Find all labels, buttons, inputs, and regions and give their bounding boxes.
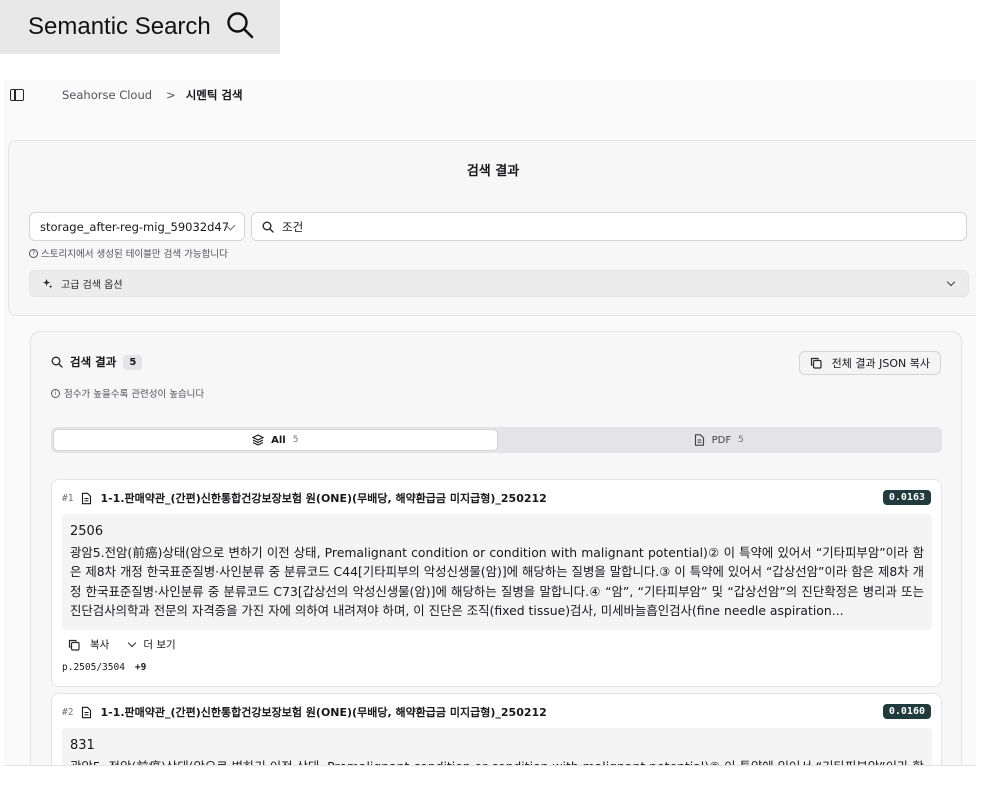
file-text-icon xyxy=(82,492,92,504)
result-actions: 복사 더 보기 xyxy=(68,637,176,652)
extra-pages-count[interactable]: +9 xyxy=(135,662,146,673)
page-number: p.2505/3504 xyxy=(62,662,125,673)
search-panel: 검색 결과 storage_after-reg-mig_59032d47 조건 … xyxy=(8,140,976,316)
score-hint-text: 점수가 높을수록 관련성이 높습니다 xyxy=(64,389,205,400)
sidebar-toggle-icon[interactable] xyxy=(10,89,24,101)
snippet-text: 광암5.전암(前癌)상태(암으로 변하기 이전 상태, Premalignant… xyxy=(70,544,924,619)
result-snippet: 831 광암5. 전암(前癌)상태(암으로 변하기 이전 상태, Premali… xyxy=(62,728,932,766)
breadcrumb-separator: > xyxy=(166,88,176,102)
search-icon xyxy=(262,221,274,233)
search-input-value: 조건 xyxy=(282,219,304,234)
panel-title: 검색 결과 xyxy=(466,164,520,179)
advanced-options-toggle[interactable]: 고급 검색 옵션 xyxy=(29,270,969,297)
layers-icon xyxy=(252,434,265,446)
result-title[interactable]: 1-1.판매약관_(간편)신한통합건강보장보험 원(ONE)(무배당, 해약환급… xyxy=(100,490,546,506)
tab-all[interactable]: All 5 xyxy=(53,429,498,451)
page-reference: p.2505/3504 +9 xyxy=(62,662,146,673)
search-icon xyxy=(51,356,63,368)
sparkles-icon xyxy=(42,278,53,289)
tab-all-label: All xyxy=(271,434,286,446)
copy-label: 복사 xyxy=(90,639,110,651)
score-badge: 0.0160 xyxy=(882,704,931,719)
tab-pdf-label: PDF xyxy=(711,434,732,446)
chunk-number: 2506 xyxy=(70,524,104,539)
copy-all-json-button[interactable]: 전체 결과 JSON 복사 xyxy=(798,351,941,375)
result-card-header: #1 1-1.판매약관_(간편)신한통합건강보장보험 원(ONE)(무배당, 해… xyxy=(62,490,547,506)
result-snippet: 2506 광암5.전암(前癌)상태(암으로 변하기 이전 상태, Premali… xyxy=(62,514,932,630)
advanced-options-label: 고급 검색 옵션 xyxy=(61,280,123,291)
result-card[interactable]: #1 1-1.판매약관_(간편)신한통합건강보장보험 원(ONE)(무배당, 해… xyxy=(51,479,942,687)
title-banner: Semantic Search xyxy=(0,0,280,54)
search-input[interactable]: 조건 xyxy=(251,212,967,241)
copy-icon xyxy=(810,357,822,369)
results-panel: 검색 결과 5 i 점수가 높을수록 관련성이 높습니다 전체 결과 JSON … xyxy=(30,331,962,766)
score-hint: i 점수가 높을수록 관련성이 높습니다 xyxy=(51,386,204,400)
show-more-button[interactable]: 더 보기 xyxy=(128,637,176,652)
app-window: Seahorse Cloud > 시멘틱 검색 검색 결과 storage_af… xyxy=(4,80,976,766)
copy-all-json-label: 전체 결과 JSON 복사 xyxy=(831,357,930,370)
copy-icon xyxy=(68,639,80,651)
storage-hint: ? 스토리지에서 생성된 테이블만 검색 가능합니다 xyxy=(29,246,228,260)
breadcrumb-current: 시멘틱 검색 xyxy=(185,88,243,102)
result-card[interactable]: #2 1-1.판매약관_(간편)신한통합건강보장보험 원(ONE)(무배당, 해… xyxy=(51,693,942,766)
result-title[interactable]: 1-1.판매약관_(간편)신한통합건강보장보험 원(ONE)(무배당, 해약환급… xyxy=(100,704,546,720)
result-rank: #1 xyxy=(62,492,74,504)
breadcrumb-root[interactable]: Seahorse Cloud xyxy=(62,88,152,102)
result-rank: #2 xyxy=(62,706,74,718)
copy-button[interactable]: 복사 xyxy=(68,637,109,652)
top-bar: Seahorse Cloud > 시멘틱 검색 xyxy=(4,80,976,110)
storage-select-value: storage_after-reg-mig_59032d47 xyxy=(40,219,230,234)
file-text-icon xyxy=(694,434,704,446)
results-heading-text: 검색 결과 xyxy=(70,355,117,369)
help-icon: ? xyxy=(29,248,38,258)
score-badge: 0.0163 xyxy=(882,490,931,505)
tab-pdf[interactable]: PDF 5 xyxy=(498,429,941,451)
storage-select[interactable]: storage_after-reg-mig_59032d47 xyxy=(29,212,245,241)
result-type-tabs: All 5 PDF 5 xyxy=(51,427,942,453)
results-heading: 검색 결과 5 xyxy=(51,354,143,370)
storage-hint-text: 스토리지에서 생성된 테이블만 검색 가능합니다 xyxy=(41,249,228,260)
file-text-icon xyxy=(82,706,92,718)
banner-title: Semantic Search xyxy=(28,13,211,40)
results-count-badge: 5 xyxy=(123,354,143,370)
snippet-text: 광암5. 전암(前癌)상태(암으로 변하기 이전 상태, Premalignan… xyxy=(70,758,924,766)
tab-all-count: 5 xyxy=(292,435,299,445)
chevron-down-icon xyxy=(128,638,137,648)
info-icon: i xyxy=(51,388,60,398)
search-icon xyxy=(225,10,255,44)
chevron-down-icon xyxy=(946,277,956,287)
show-more-label: 더 보기 xyxy=(143,639,176,651)
tab-pdf-count: 5 xyxy=(738,435,744,445)
result-card-header: #2 1-1.판매약관_(간편)신한통합건강보장보험 원(ONE)(무배당, 해… xyxy=(62,704,547,720)
chunk-number: 831 xyxy=(70,738,95,753)
